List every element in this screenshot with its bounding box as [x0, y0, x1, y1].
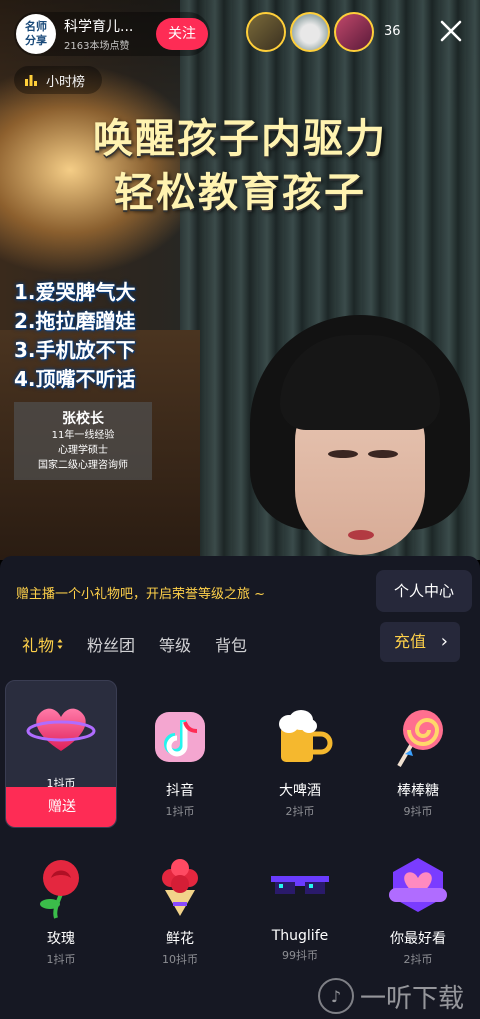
credential-line: 11年一线经验 [51, 430, 115, 441]
lollipop-icon [397, 710, 443, 768]
credential-card: 张校长 11年一线经验 心理学硕士 国家二级心理咨询师 [14, 402, 152, 480]
gift-price: 99抖币 [282, 949, 318, 962]
host-name: 科学育儿... [64, 19, 134, 35]
watermark-logo-icon: ♪ [318, 978, 354, 1014]
bullet-list: 1.爱哭脾气大 2.拖拉磨蹭娃 3.手机放不下 4.顶嘴不听话 [14, 278, 174, 394]
host-avatar-text: 名师分享 [25, 20, 47, 47]
gift-price: 9抖币 [403, 805, 433, 818]
chevron-right-icon: › [440, 631, 448, 652]
bullet-item: 3.手机放不下 [14, 338, 136, 362]
gift-price: 10抖币 [162, 953, 198, 966]
bouquet-icon [162, 859, 198, 916]
gift-name: 玫瑰 [47, 931, 75, 947]
beer-mug-icon [279, 710, 333, 762]
tab-backpack[interactable]: 背包 [215, 632, 247, 656]
gift-price: 2抖币 [403, 953, 433, 966]
heart-ring-icon [26, 708, 96, 751]
gift-item-douyin[interactable]: 抖音 1抖币 [124, 690, 236, 836]
pixel-sunglasses-icon [271, 876, 329, 894]
site-watermark: ♪ 一听下载 [318, 974, 478, 1018]
gift-item-lollipop[interactable]: 棒棒糖 9抖币 [362, 690, 474, 836]
viewer-avatar[interactable] [246, 12, 286, 52]
recharge-label: 充值 [394, 632, 427, 651]
tab-gifts-label: 礼物 [22, 636, 55, 655]
tab-fan-club[interactable]: 粉丝团 [87, 632, 135, 656]
host-avatar[interactable]: 名师分享 [16, 14, 56, 54]
hourly-rank-pill[interactable]: 小时榜 [14, 66, 102, 94]
credential-line: 国家二级心理咨询师 [38, 460, 128, 471]
credential-line: 心理学硕士 [58, 445, 108, 456]
bullet-item: 4.顶嘴不听话 [14, 367, 136, 391]
tab-level[interactable]: 等级 [159, 632, 191, 656]
you-look-best-badge-icon [389, 858, 447, 912]
gift-name: Thuglife [271, 928, 329, 944]
recharge-button[interactable]: 充值 › [380, 622, 460, 662]
watermark-text: 一听下载 [360, 983, 465, 1014]
sort-icon [57, 639, 63, 649]
gift-name: 棒棒糖 [397, 783, 439, 799]
gift-item-bouquet[interactable]: 鲜花 10抖币 [124, 838, 236, 984]
douyin-logo-icon [155, 712, 205, 762]
gift-name: 鲜花 [166, 931, 194, 947]
credential-name: 张校长 [62, 411, 104, 427]
gift-price: 1抖币 [165, 805, 195, 818]
viewer-avatar[interactable] [334, 12, 374, 52]
gift-tabs: 礼物 粉丝团 等级 背包 [22, 632, 271, 656]
gift-name: 抖音 [166, 783, 194, 799]
promo-text: 赠主播一个小礼物吧，开启荣誉等级之旅 ~ [16, 587, 266, 602]
tab-gifts[interactable]: 礼物 [22, 632, 63, 656]
headline-line-2: 轻松教育孩子 [114, 170, 366, 216]
host-likes: 2163本场点赞 [64, 41, 130, 52]
rank-label: 小时榜 [46, 74, 86, 90]
gift-name: 大啤酒 [279, 783, 321, 799]
close-icon[interactable] [438, 18, 464, 44]
rose-icon [40, 860, 79, 919]
gift-item-heart-selected[interactable]: 1抖币 赠送 [5, 680, 117, 828]
gift-item-rose[interactable]: 玫瑰 1抖币 [5, 838, 117, 984]
gift-price: 1抖币 [46, 953, 76, 966]
gift-name: 你最好看 [390, 931, 446, 947]
streamer-figure [250, 315, 470, 560]
gift-item-you-look-best[interactable]: 你最好看 2抖币 [362, 838, 474, 984]
follow-button[interactable]: 关注 [156, 18, 208, 50]
personal-center-button[interactable]: 个人中心 [376, 570, 472, 612]
send-gift-button[interactable]: 赠送 [6, 787, 116, 827]
gift-item-beer[interactable]: 大啤酒 2抖币 [244, 690, 356, 836]
viewer-count[interactable]: 36 [384, 24, 401, 39]
headline-line-1: 唤醒孩子内驱力 [93, 116, 387, 162]
gift-panel: 赠主播一个小礼物吧，开启荣誉等级之旅 ~ 个人中心 礼物 粉丝团 等级 背包 充… [0, 556, 480, 1019]
gift-item-thuglife[interactable]: Thuglife 99抖币 [244, 838, 356, 984]
gift-price: 2抖币 [285, 805, 315, 818]
viewer-avatar[interactable] [290, 12, 330, 52]
bullet-item: 2.拖拉磨蹭娃 [14, 309, 136, 333]
bar-chart-icon [25, 75, 37, 86]
bullet-item: 1.爱哭脾气大 [14, 280, 136, 304]
